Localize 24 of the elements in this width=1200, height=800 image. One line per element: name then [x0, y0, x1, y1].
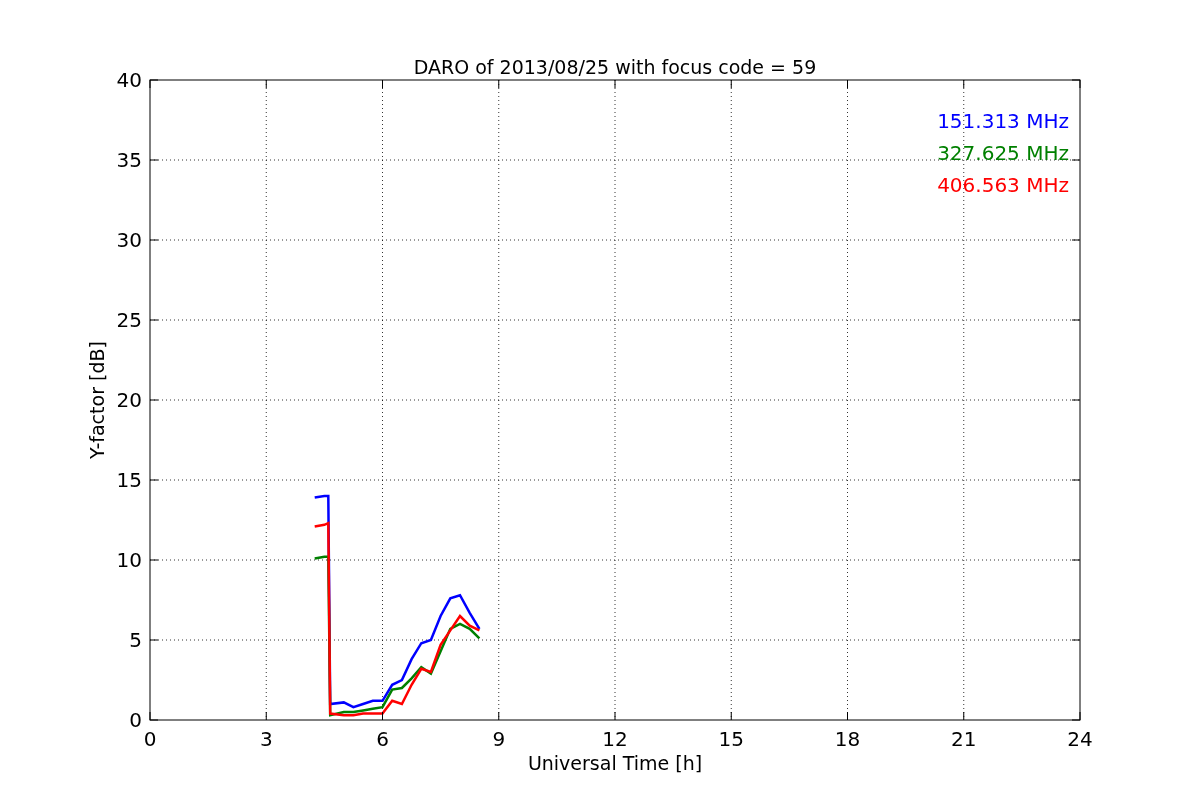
x-tick-label: 21	[951, 727, 977, 751]
chart-title: DARO of 2013/08/25 with focus code = 59	[413, 56, 817, 78]
x-tick-label: 18	[834, 727, 861, 751]
x-axis-label: Universal Time [h]	[527, 752, 703, 774]
x-tick-label: 9	[492, 727, 506, 751]
x-tick-label: 3	[259, 727, 273, 751]
y-tick-label: 35	[116, 148, 142, 172]
legend-label: 151.313 MHz	[937, 109, 1069, 133]
y-tick-label: 25	[116, 308, 142, 332]
y-tick-label: 5	[129, 628, 142, 652]
y-axis-label: Y-factor [dB]	[86, 341, 108, 459]
y-tick-label: 10	[116, 548, 142, 572]
x-tick-label: 15	[718, 727, 744, 751]
x-tick-label: 24	[1067, 727, 1093, 751]
y-tick-label: 20	[116, 388, 142, 412]
x-tick-label: 0	[143, 727, 157, 751]
legend-label: 406.563 MHz	[937, 173, 1069, 197]
x-tick-label: 12	[602, 727, 628, 751]
y-tick-label: 40	[116, 68, 142, 92]
y-tick-label: 15	[116, 468, 142, 492]
y-tick-label: 30	[116, 228, 142, 252]
legend-label: 327.625 MHz	[937, 141, 1069, 165]
y-tick-label: 0	[129, 708, 142, 732]
x-tick-label: 6	[376, 727, 389, 751]
